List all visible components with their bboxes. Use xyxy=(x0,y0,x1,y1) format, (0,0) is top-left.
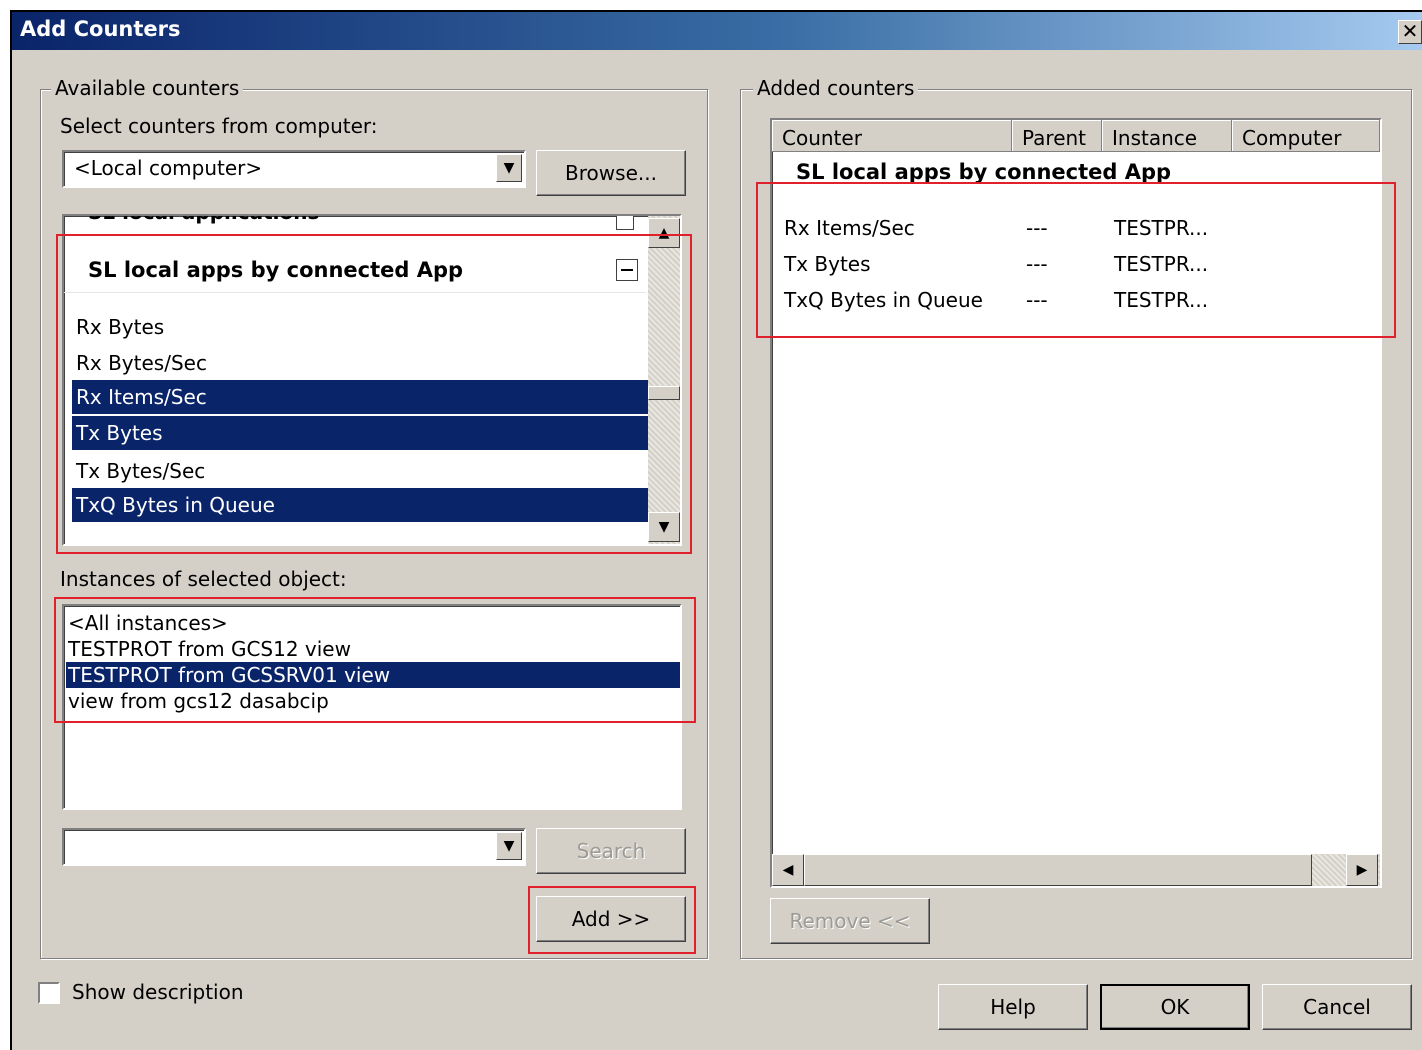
counter-item[interactable]: Rx Items/Sec xyxy=(72,380,652,414)
instance-item[interactable]: view from gcs12 dasabcip xyxy=(68,688,329,714)
chevron-down-icon[interactable]: ▼ xyxy=(496,832,522,860)
column-header-parent[interactable]: Parent xyxy=(1012,120,1102,152)
computer-combobox[interactable]: <Local computer> ▼ xyxy=(62,150,526,188)
counter-item[interactable]: Tx Bytes xyxy=(72,416,652,450)
show-description-checkbox[interactable] xyxy=(38,982,60,1004)
scroll-left-icon[interactable]: ◀ xyxy=(772,854,804,886)
added-h-scrollbar[interactable]: ◀ ▶ xyxy=(772,854,1380,886)
added-row-counter[interactable]: Rx Items/Sec xyxy=(784,216,915,240)
column-header-instance[interactable]: Instance xyxy=(1102,120,1232,152)
collapse-icon[interactable] xyxy=(616,216,634,230)
cancel-button[interactable]: Cancel xyxy=(1262,984,1412,1030)
counter-item[interactable]: Rx Bytes xyxy=(74,310,648,344)
remove-button[interactable]: Remove << xyxy=(770,898,930,944)
added-row-counter[interactable]: Tx Bytes xyxy=(784,252,871,276)
collapse-icon[interactable] xyxy=(616,259,638,281)
search-combobox[interactable]: ▼ xyxy=(62,828,526,866)
scroll-down-icon[interactable]: ▼ xyxy=(648,512,680,542)
column-header-computer[interactable]: Computer xyxy=(1232,120,1380,152)
added-counters-list[interactable]: Counter Parent Instance Computer SL loca… xyxy=(770,118,1382,888)
scroll-thumb[interactable] xyxy=(648,386,680,400)
help-button[interactable]: Help xyxy=(938,984,1088,1030)
partial-object-header[interactable]: SL local applications xyxy=(88,216,319,224)
ok-button[interactable]: OK xyxy=(1100,984,1250,1030)
instances-label: Instances of selected object: xyxy=(60,567,347,591)
instances-list[interactable]: <All instances> TESTPROT from GCS12 view… xyxy=(62,604,682,810)
counter-item[interactable]: Rx Bytes/Sec xyxy=(74,346,648,380)
added-row-parent: --- xyxy=(1026,252,1048,276)
computer-combobox-value: <Local computer> xyxy=(74,156,263,180)
added-row-counter[interactable]: TxQ Bytes in Queue xyxy=(784,288,983,312)
column-header-counter[interactable]: Counter xyxy=(772,120,1012,152)
add-button[interactable]: Add >> xyxy=(536,896,686,942)
object-header[interactable]: SL local apps by connected App xyxy=(88,258,463,282)
window-title: Add Counters xyxy=(20,17,181,41)
added-row-parent: --- xyxy=(1026,216,1048,240)
chevron-down-icon[interactable]: ▼ xyxy=(496,154,522,182)
scroll-up-icon[interactable]: ▲ xyxy=(648,218,680,248)
added-row-instance: TESTPR... xyxy=(1114,216,1209,240)
title-bar[interactable]: Add Counters ✕ xyxy=(12,12,1422,50)
added-group-header[interactable]: SL local apps by connected App xyxy=(796,160,1171,184)
search-button[interactable]: Search xyxy=(536,828,686,874)
add-counters-dialog: Add Counters ✕ Available counters Select… xyxy=(10,10,1422,1050)
counters-list[interactable]: SL local applications SL local apps by c… xyxy=(62,214,682,546)
scroll-right-icon[interactable]: ▶ xyxy=(1346,854,1378,886)
added-counters-legend: Added counters xyxy=(753,76,919,100)
scroll-thumb[interactable] xyxy=(804,854,1312,886)
available-counters-legend: Available counters xyxy=(51,76,244,100)
added-row-instance: TESTPR... xyxy=(1114,288,1209,312)
instance-item[interactable]: TESTPROT from GCSSRV01 view xyxy=(66,662,680,688)
added-row-parent: --- xyxy=(1026,288,1048,312)
computer-select-label: Select counters from computer: xyxy=(60,114,378,138)
counter-item[interactable]: Tx Bytes/Sec xyxy=(74,454,648,488)
instance-item[interactable]: TESTPROT from GCS12 view xyxy=(68,636,351,662)
added-row-instance: TESTPR... xyxy=(1114,252,1209,276)
browse-button[interactable]: Browse... xyxy=(536,150,686,196)
instance-item[interactable]: <All instances> xyxy=(68,610,228,636)
close-button[interactable]: ✕ xyxy=(1398,20,1422,44)
show-description-label[interactable]: Show description xyxy=(72,980,244,1004)
counters-scrollbar[interactable]: ▲ ▼ xyxy=(648,216,680,544)
counter-item[interactable]: TxQ Bytes in Queue xyxy=(72,488,652,522)
